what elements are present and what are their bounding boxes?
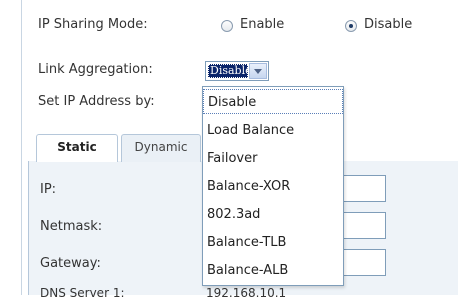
- disable-radio-label[interactable]: Disable: [364, 17, 412, 32]
- left-divider: [21, 0, 22, 295]
- option-balance-alb[interactable]: Balance-ALB: [203, 258, 343, 283]
- dns-label: DNS Server 1:: [40, 286, 125, 300]
- option-load-balance[interactable]: Load Balance: [203, 118, 343, 143]
- ip-sharing-label: IP Sharing Mode:: [38, 17, 148, 32]
- set-ip-label: Set IP Address by:: [38, 94, 155, 109]
- dns-input[interactable]: 192.168.10.1: [206, 286, 286, 300]
- option-balance-tlb[interactable]: Balance-TLB: [203, 230, 343, 255]
- option-802-3ad[interactable]: 802.3ad: [203, 202, 343, 227]
- link-aggregation-label: Link Aggregation:: [38, 62, 153, 77]
- tab-static[interactable]: Static: [36, 134, 118, 162]
- tab-dynamic[interactable]: Dynamic: [121, 134, 201, 162]
- chevron-down-icon[interactable]: [249, 63, 267, 79]
- netmask-label: Netmask:: [40, 219, 103, 234]
- disable-radio[interactable]: [345, 20, 357, 32]
- gateway-label: Gateway:: [40, 256, 101, 271]
- option-balance-xor[interactable]: Balance-XOR: [203, 174, 343, 199]
- option-disable[interactable]: Disable: [203, 89, 343, 114]
- link-aggregation-dropdown[interactable]: Disable Load Balance Failover Balance-XO…: [202, 86, 344, 286]
- enable-radio-label[interactable]: Enable: [240, 17, 284, 32]
- select-current-value: Disable: [208, 64, 252, 78]
- link-aggregation-select[interactable]: Disable: [205, 61, 269, 81]
- option-failover[interactable]: Failover: [203, 146, 343, 171]
- enable-radio[interactable]: [221, 20, 233, 32]
- ip-label: IP:: [40, 182, 57, 197]
